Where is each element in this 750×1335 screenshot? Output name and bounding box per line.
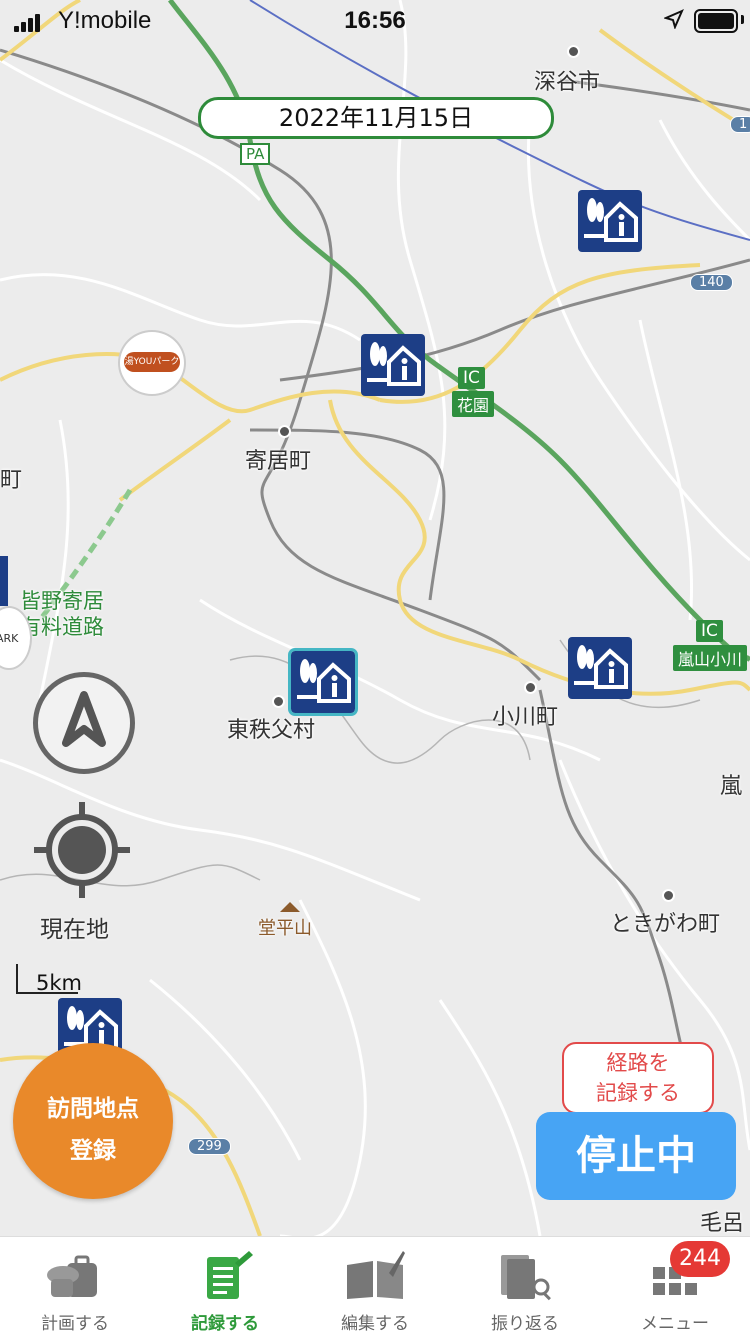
register-visit-label-1: 訪問地点 <box>47 1096 139 1122</box>
status-bar: Y!mobile 16:56 <box>0 0 750 42</box>
luggage-icon <box>47 1255 97 1297</box>
location-arrow-icon <box>664 9 684 29</box>
place-ogawa: 小川町 <box>492 705 559 730</box>
tab-label: 振り返る <box>491 1314 559 1334</box>
onsen-logo-text: 湯YOUパーク <box>124 357 180 367</box>
record-tip-line-1: 経路を <box>606 1051 670 1075</box>
ic-name-hanazono: 花園 <box>452 391 495 417</box>
tab-bar: 計画する 記録する 編集する 振り返る メニュー <box>0 1236 750 1335</box>
tab-label: 編集する <box>341 1314 409 1334</box>
place-fukaya: 深谷市 <box>534 70 601 95</box>
roadside-station-poi[interactable] <box>361 334 425 396</box>
roadside-station-icon <box>367 342 421 386</box>
north-arrow-icon <box>62 691 106 747</box>
town-dot <box>662 889 675 902</box>
place-toudaira: 堂平山 <box>258 918 312 939</box>
ic-shield: IC <box>458 367 485 389</box>
compass-button[interactable] <box>33 672 135 774</box>
park-logo-text: ARK <box>0 632 19 645</box>
pa-shield: PA <box>240 143 271 165</box>
register-visit-label-2: 登録 <box>70 1138 116 1164</box>
roadside-station-icon <box>584 198 638 242</box>
book-pen-icon <box>347 1251 405 1299</box>
album-search-icon <box>501 1255 551 1301</box>
crosshair-icon <box>34 802 130 898</box>
roadside-station-poi-selected[interactable] <box>288 648 358 716</box>
onsen-poi[interactable]: 湯YOUパーク <box>118 330 186 396</box>
current-location-button[interactable] <box>34 802 130 898</box>
tab-label: 記録する <box>191 1314 259 1334</box>
place-ranzan: 嵐 <box>720 774 743 799</box>
record-tip-line-2: 記録する <box>596 1081 680 1105</box>
battery-icon <box>694 9 738 33</box>
recording-toggle-button[interactable]: 停止中 <box>536 1112 736 1200</box>
tab-review[interactable]: 振り返る <box>450 1237 600 1335</box>
place-yorii: 寄居町 <box>245 449 312 474</box>
date-label[interactable]: 2022年11月15日 <box>198 97 554 139</box>
place-tokigawa: ときがわ町 <box>610 912 721 937</box>
route-shield: 1 <box>730 116 750 133</box>
menu-notification-badge: 244 <box>670 1241 730 1277</box>
toll-road-label: 皆野寄居 有料道路 <box>20 589 104 639</box>
place-moro: 毛呂 <box>700 1211 745 1236</box>
town-dot <box>524 681 537 694</box>
record-route-tooltip: 経路を 記録する <box>562 1042 714 1114</box>
tab-label: メニュー <box>641 1314 709 1334</box>
ic-name-ranzan-ogawa: 嵐山小川 <box>673 645 748 671</box>
town-dot <box>567 45 580 58</box>
town-dot <box>278 425 291 438</box>
town-dot <box>272 695 285 708</box>
current-location-label: 現在地 <box>40 917 109 943</box>
roadside-station-poi[interactable] <box>578 190 642 252</box>
poi-partial[interactable] <box>0 556 8 606</box>
route-299-shield: 299 <box>188 1138 231 1155</box>
clock: 16:56 <box>344 7 406 34</box>
tab-plan[interactable]: 計画する <box>0 1237 150 1335</box>
roadside-station-icon <box>297 659 351 703</box>
tab-edit[interactable]: 編集する <box>300 1237 450 1335</box>
register-visit-button[interactable]: 訪問地点 登録 <box>13 1043 173 1199</box>
route-140-shield: 140 <box>690 274 733 291</box>
place-higashichichibu: 東秩父村 <box>227 718 316 743</box>
tab-record[interactable]: 記録する <box>150 1237 300 1335</box>
battery-tip <box>741 15 744 24</box>
tab-label: 計画する <box>41 1314 109 1334</box>
roadside-station-icon <box>574 645 628 689</box>
ic-shield: IC <box>696 620 723 642</box>
place-left-edge: 町 <box>0 468 23 493</box>
scale-label: 5km <box>36 971 82 995</box>
roadside-station-poi[interactable] <box>568 637 632 699</box>
notepad-pen-icon <box>207 1251 253 1299</box>
